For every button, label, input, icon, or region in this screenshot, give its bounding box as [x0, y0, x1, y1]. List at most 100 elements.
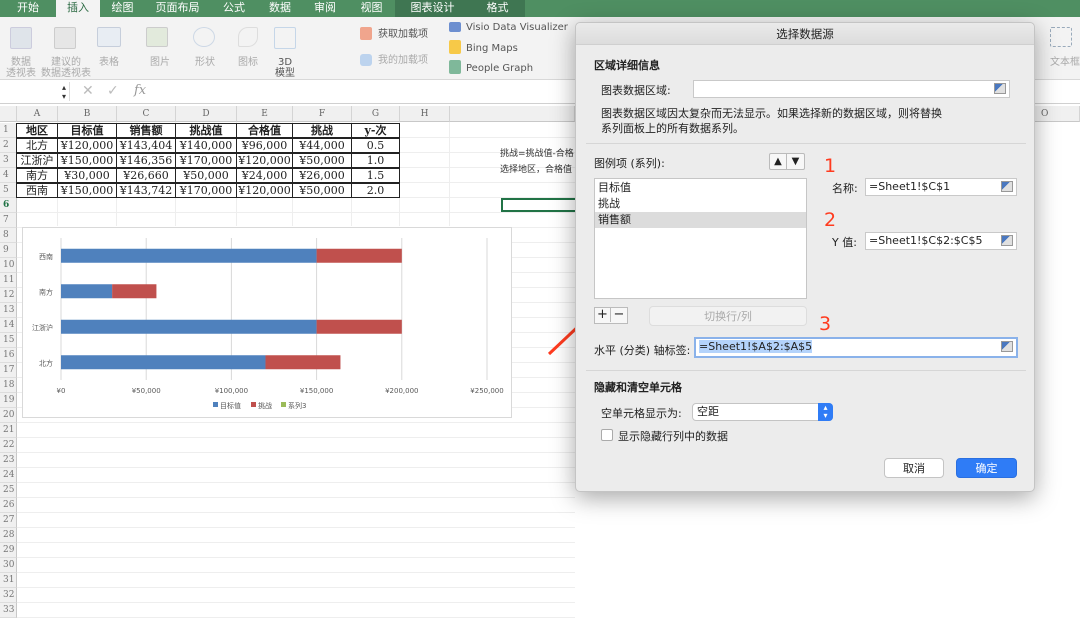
row-header[interactable]: 27	[0, 513, 17, 528]
table-cell[interactable]: 南方	[16, 168, 58, 183]
shapes-button[interactable]: 形状	[190, 57, 220, 68]
table-cell[interactable]: 0.5	[351, 138, 400, 153]
table-header-cell[interactable]: 合格值	[236, 123, 293, 138]
table-cell[interactable]: ¥120,000	[236, 153, 293, 168]
table-header-cell[interactable]: 销售额	[116, 123, 176, 138]
table-cell[interactable]: ¥140,000	[175, 138, 237, 153]
tab-2[interactable]: 绘图	[100, 0, 145, 17]
my-addins-button[interactable]: 我的加载项	[378, 55, 428, 66]
column-header[interactable]: O	[1035, 106, 1080, 122]
row-header[interactable]: 12	[0, 288, 17, 303]
table-cell[interactable]: 西南	[16, 183, 58, 198]
series-item[interactable]: 目标值	[595, 180, 806, 196]
chart-range-input[interactable]	[693, 80, 1010, 98]
name-select-icon[interactable]	[1001, 181, 1013, 192]
table-cell[interactable]: ¥44,000	[292, 138, 352, 153]
get-addins-button[interactable]: 获取加载项	[378, 29, 428, 40]
tab-8[interactable]: 图表设计	[395, 0, 470, 17]
row-header[interactable]: 31	[0, 573, 17, 588]
row-header[interactable]: 29	[0, 543, 17, 558]
table-cell[interactable]: ¥170,000	[175, 153, 237, 168]
row-header[interactable]: 9	[0, 243, 17, 258]
table-cell[interactable]: 江浙沪	[16, 153, 58, 168]
column-header[interactable]: C	[117, 106, 176, 122]
table-cell[interactable]: ¥50,000	[175, 168, 237, 183]
row-header[interactable]: 25	[0, 483, 17, 498]
cancel-button[interactable]: 取消	[884, 458, 944, 478]
table-cell[interactable]: ¥50,000	[292, 153, 352, 168]
tab-3[interactable]: 页面布局	[145, 0, 210, 17]
column-header[interactable]: E	[237, 106, 293, 122]
fx-icon[interactable]: fx	[134, 83, 146, 98]
row-header[interactable]: 20	[0, 408, 17, 423]
move-up-icon[interactable]: ▲	[770, 154, 787, 169]
chart[interactable]: ¥0 ¥50,000 ¥100,000 ¥150,000 ¥200,000 ¥250,00…	[22, 227, 512, 418]
row-header[interactable]: 1	[0, 123, 17, 138]
selected-cell[interactable]	[501, 198, 577, 212]
row-header[interactable]: 33	[0, 603, 17, 618]
row-header[interactable]: 4	[0, 168, 17, 183]
table-cell[interactable]: ¥120,000	[57, 138, 117, 153]
add-series-icon[interactable]: +	[595, 308, 611, 322]
row-header[interactable]: 14	[0, 318, 17, 333]
table-cell[interactable]: 1.5	[351, 168, 400, 183]
tab-1[interactable]: 插入	[56, 0, 100, 17]
table-cell[interactable]: ¥30,000	[57, 168, 117, 183]
switch-row-column-button[interactable]: 切换行/列	[649, 306, 807, 326]
tab-4[interactable]: 公式	[210, 0, 258, 17]
table-header-cell[interactable]: 挑战值	[175, 123, 237, 138]
row-header[interactable]: 8	[0, 228, 17, 243]
row-header[interactable]: 26	[0, 498, 17, 513]
tab-7[interactable]: 视图	[348, 0, 395, 17]
table-cell[interactable]: ¥26,000	[292, 168, 352, 183]
picture-button[interactable]: 图片	[145, 57, 175, 68]
table-header-cell[interactable]: 目标值	[57, 123, 117, 138]
people-graph-button[interactable]: People Graph	[466, 63, 533, 74]
tab-6[interactable]: 审阅	[302, 0, 348, 17]
table-cell[interactable]: ¥96,000	[236, 138, 293, 153]
tab-9[interactable]: 格式	[470, 0, 525, 17]
tab-0[interactable]: 开始	[0, 0, 56, 17]
tab-5[interactable]: 数据	[258, 0, 302, 17]
table-cell[interactable]: ¥143,404	[116, 138, 176, 153]
table-cell[interactable]: ¥143,742	[116, 183, 176, 198]
table-button[interactable]: 表格	[92, 57, 126, 68]
textbox-button[interactable]: 文本框	[1050, 57, 1080, 68]
3d-model-button[interactable]: 3D 模型	[270, 57, 300, 79]
axis-select-icon[interactable]	[1001, 341, 1013, 352]
row-header[interactable]: 21	[0, 423, 17, 438]
row-header[interactable]: 16	[0, 348, 17, 363]
series-item[interactable]: 挑战	[595, 196, 806, 212]
formula-input[interactable]	[160, 83, 560, 101]
name-box[interactable]: ▴ ▾	[0, 82, 70, 101]
row-header[interactable]: 2	[0, 138, 17, 153]
empty-cells-select[interactable]: 空距 ▴ ▾	[692, 403, 833, 421]
range-select-icon[interactable]	[994, 83, 1006, 94]
table-header-cell[interactable]: y-次	[351, 123, 400, 138]
row-header[interactable]: 3	[0, 153, 17, 168]
column-header[interactable]: G	[352, 106, 400, 122]
row-header[interactable]: 11	[0, 273, 17, 288]
y-values-input[interactable]: =Sheet1!$C$2:$C$5	[865, 232, 1017, 250]
move-down-icon[interactable]: ▼	[787, 154, 804, 169]
row-header[interactable]: 5	[0, 183, 17, 198]
row-header[interactable]: 32	[0, 588, 17, 603]
table-cell[interactable]: ¥120,000	[236, 183, 293, 198]
row-header[interactable]: 22	[0, 438, 17, 453]
table-header-cell[interactable]: 挑战	[292, 123, 352, 138]
column-header[interactable]: H	[400, 106, 450, 122]
table-cell[interactable]: 2.0	[351, 183, 400, 198]
row-header[interactable]: 6	[0, 198, 17, 213]
show-hidden-checkbox[interactable]	[601, 429, 613, 441]
table-cell[interactable]: ¥24,000	[236, 168, 293, 183]
table-cell[interactable]: 北方	[16, 138, 58, 153]
column-header[interactable]	[450, 106, 575, 122]
column-header[interactable]: A	[17, 106, 58, 122]
column-header[interactable]: B	[58, 106, 117, 122]
row-header[interactable]: 7	[0, 213, 17, 228]
column-header[interactable]: F	[293, 106, 352, 122]
table-cell[interactable]: ¥50,000	[292, 183, 352, 198]
name-input[interactable]: =Sheet1!$C$1	[865, 178, 1017, 196]
recommended-pivot-button[interactable]: 建议的 数据透视表	[38, 57, 94, 79]
column-header[interactable]: D	[176, 106, 237, 122]
